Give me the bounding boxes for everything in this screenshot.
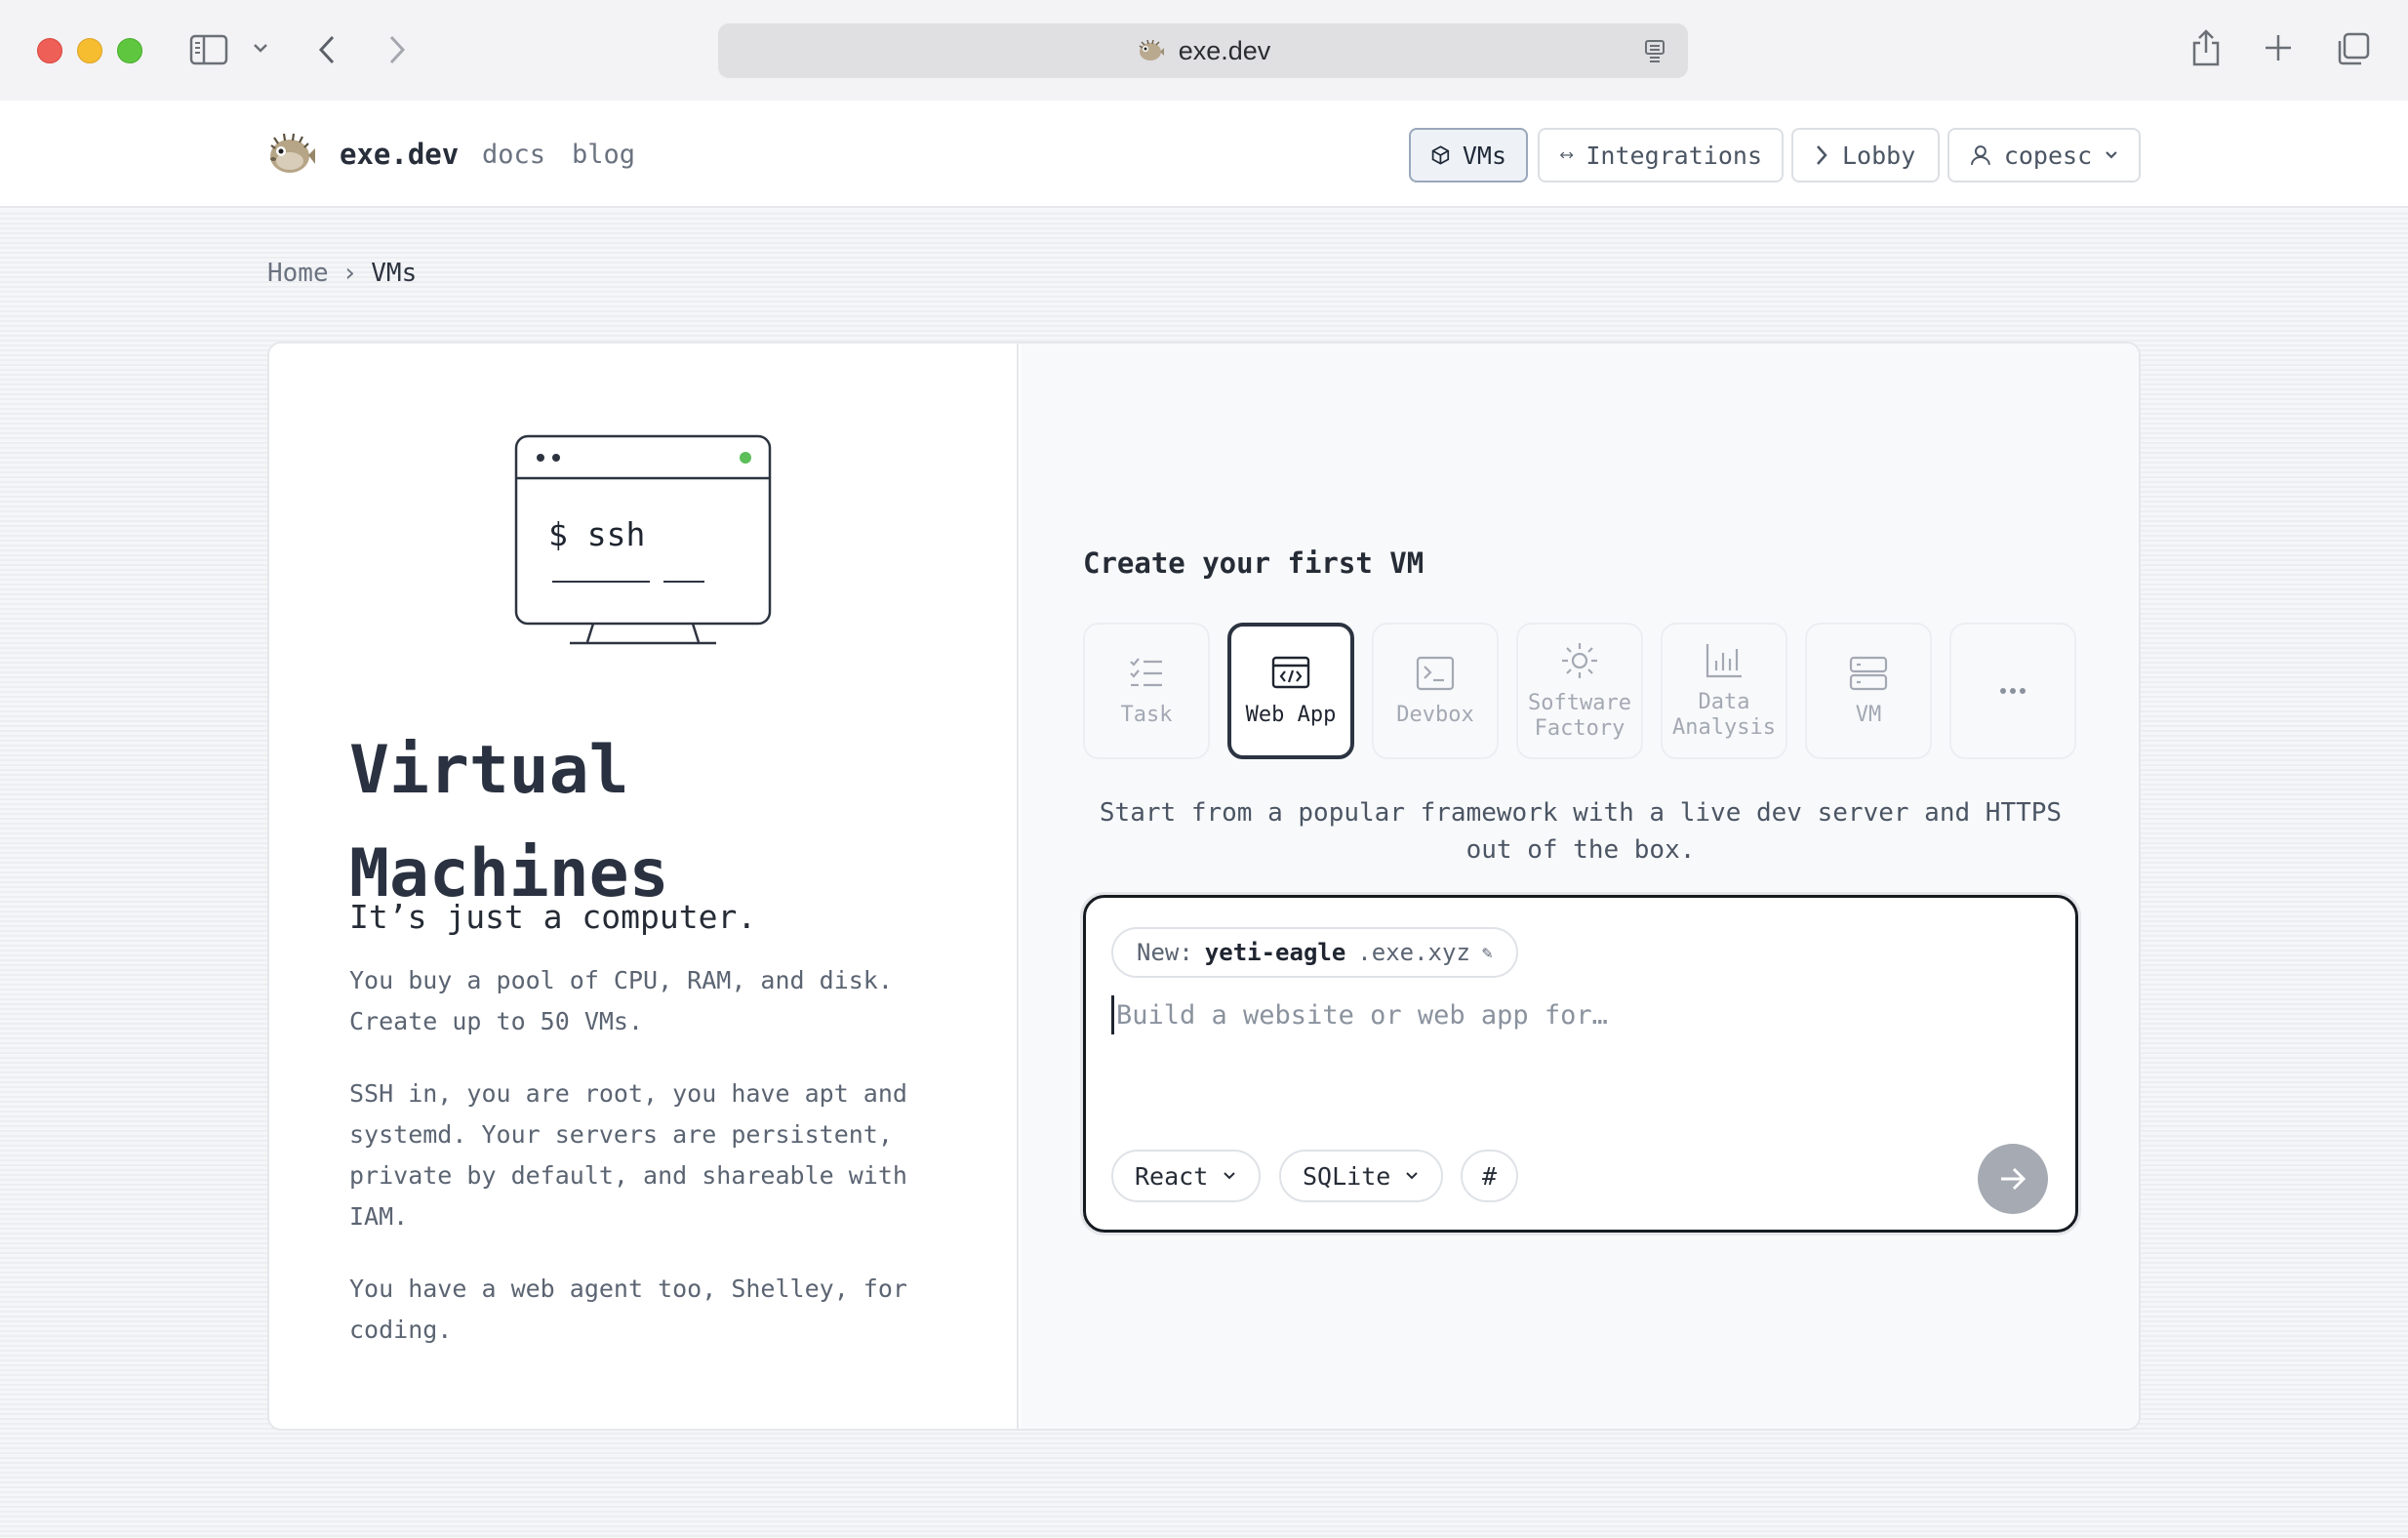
edit-pencil-icon: ✎ xyxy=(1481,942,1493,963)
new-tab-icon[interactable] xyxy=(2264,33,2293,62)
tile-label-software-factory: Software Factory xyxy=(1528,691,1631,741)
chevron-down-icon xyxy=(2106,151,2117,159)
breadcrumb-separator: › xyxy=(341,259,358,288)
breadcrumb-home-link[interactable]: Home xyxy=(267,259,329,288)
sun-gear-icon xyxy=(1562,643,1597,678)
template-tile-devbox[interactable]: Devbox xyxy=(1372,623,1499,759)
vms-nav-label: VMs xyxy=(1462,141,1506,170)
template-tile-data-analysis[interactable]: Data Analysis xyxy=(1661,623,1787,759)
chevron-down-icon xyxy=(1406,1172,1419,1180)
template-tiles: Task Web App Devbox Software Factory Dat… xyxy=(1083,623,2076,759)
url-text: exe.dev xyxy=(1178,35,1271,65)
task-list-icon xyxy=(1130,658,1162,687)
lobby-nav-label: Lobby xyxy=(1842,141,1916,170)
vm-card: $ ssh Virtual Machines It’s just a compu… xyxy=(267,342,2141,1431)
create-vm-pane: Create your first VM Task Web App Devbox… xyxy=(1021,344,2139,1429)
breadcrumb-current: VMs xyxy=(371,259,418,288)
cube-icon xyxy=(1431,145,1450,165)
template-tile-web-app[interactable]: Web App xyxy=(1227,623,1354,759)
create-vm-title: Create your first VM xyxy=(1083,546,1425,580)
prompt-input[interactable] xyxy=(1111,995,2048,1034)
submit-button[interactable] xyxy=(1978,1144,2048,1214)
forward-icon[interactable] xyxy=(386,33,408,66)
tab-overview-icon[interactable] xyxy=(2336,31,2371,66)
terminal-prompt-text: $ ssh xyxy=(548,515,645,553)
title-line-1: Virtual xyxy=(349,732,629,809)
site-header: exe.dev docs blog VMs Integrations Lobby… xyxy=(0,101,2408,208)
intro-paragraph-2: SSH in, you are root, you have apt and s… xyxy=(349,1079,907,1231)
more-icon xyxy=(2000,688,2026,694)
nav-docs-link[interactable]: docs xyxy=(482,140,545,170)
template-description: Start from a popular framework with a li… xyxy=(1099,798,2063,865)
vm-name-pill[interactable]: New: yeti-eagle .exe.xyz ✎ xyxy=(1111,927,1518,978)
user-menu-label: copesc xyxy=(2003,141,2093,170)
sidebar-toggle-icon[interactable] xyxy=(189,33,228,66)
tile-label-devbox: Devbox xyxy=(1396,703,1474,727)
vm-domain-suffix: .exe.xyz xyxy=(1357,939,1470,966)
pufferfish-favicon-icon xyxy=(1139,39,1164,61)
hash-button[interactable]: # xyxy=(1461,1150,1519,1202)
minimize-window-button[interactable] xyxy=(77,38,102,63)
user-menu-button[interactable]: copesc xyxy=(1947,128,2141,182)
database-select[interactable]: SQLite xyxy=(1279,1150,1444,1202)
chevron-down-icon xyxy=(1224,1172,1235,1180)
brand-name[interactable]: exe.dev xyxy=(340,138,459,171)
zoom-window-button[interactable] xyxy=(117,38,142,63)
address-bar[interactable]: exe.dev xyxy=(718,23,1688,78)
vms-nav-button[interactable]: VMs xyxy=(1409,128,1528,182)
terminal-monitor-illustration: $ ssh xyxy=(514,434,772,645)
browser-chrome: exe.dev xyxy=(0,0,2408,101)
terminal-icon xyxy=(1416,656,1455,691)
page-subtitle: It’s just a computer. xyxy=(349,898,757,936)
intro-paragraph-3: You have a web agent too, Shelley, for c… xyxy=(349,1275,907,1344)
back-icon[interactable] xyxy=(316,33,338,66)
vm-name-prefix: New: xyxy=(1137,939,1193,966)
reader-mode-icon[interactable] xyxy=(1643,39,1666,62)
template-tile-software-factory[interactable]: Software Factory xyxy=(1516,623,1643,759)
integrations-nav-label: Integrations xyxy=(1585,141,1762,170)
arrows-horizontal-icon xyxy=(1559,151,1574,159)
chevron-right-icon xyxy=(1817,145,1827,165)
template-tile-task[interactable]: Task xyxy=(1083,623,1210,759)
user-icon xyxy=(1970,145,1990,166)
framework-select-value: React xyxy=(1135,1161,1209,1191)
intro-paragraph-1: You buy a pool of CPU, RAM, and disk. Cr… xyxy=(349,966,893,1035)
arrow-right-icon xyxy=(2001,1167,2027,1191)
tile-label-vm: VM xyxy=(1855,703,1882,727)
tile-label-task: Task xyxy=(1120,703,1173,727)
lobby-nav-button[interactable]: Lobby xyxy=(1791,128,1940,182)
tile-label-data-analysis: Data Analysis xyxy=(1672,690,1776,740)
breadcrumb: Home › VMs xyxy=(267,259,417,288)
prompt-box: New: yeti-eagle .exe.xyz ✎ React SQLite … xyxy=(1083,895,2078,1233)
framework-select[interactable]: React xyxy=(1111,1150,1262,1202)
close-window-button[interactable] xyxy=(37,38,62,63)
integrations-nav-button[interactable]: Integrations xyxy=(1538,128,1784,182)
share-icon[interactable] xyxy=(2189,27,2223,68)
nav-blog-link[interactable]: blog xyxy=(572,140,635,170)
template-tile-vm[interactable]: VM xyxy=(1805,623,1932,759)
chevron-down-icon[interactable] xyxy=(252,41,269,55)
vm-name: yeti-eagle xyxy=(1204,939,1346,966)
pufferfish-logo-icon[interactable] xyxy=(265,132,316,177)
intro-pane: $ ssh Virtual Machines It’s just a compu… xyxy=(269,344,1019,1429)
tile-label-web-app: Web App xyxy=(1245,703,1337,727)
hash-button-label: # xyxy=(1482,1161,1498,1191)
bar-chart-icon xyxy=(1706,644,1742,678)
web-app-icon xyxy=(1271,656,1310,689)
server-icon xyxy=(1849,656,1888,691)
database-select-value: SQLite xyxy=(1303,1161,1391,1191)
page-title: Virtual Machines xyxy=(349,719,669,926)
template-tile-more[interactable] xyxy=(1949,623,2076,759)
